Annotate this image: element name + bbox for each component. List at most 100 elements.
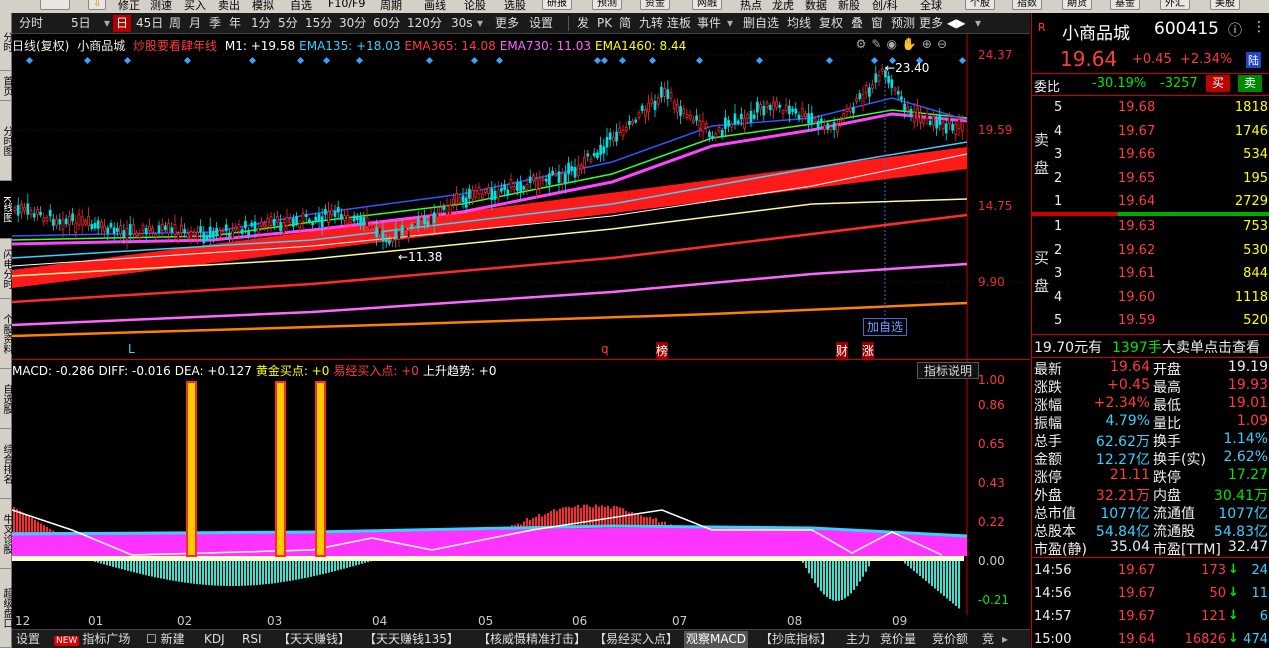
order-book-row[interactable]: 2 19.62 530 — [1032, 241, 1269, 263]
period-45day[interactable]: 45日 — [133, 15, 166, 32]
add-watchlist-button[interactable]: 加自选 — [863, 318, 908, 336]
event-marker[interactable]: 财 — [836, 342, 849, 359]
period-timeshare[interactable]: 分时 — [16, 15, 46, 32]
order-book-row[interactable]: 3 19.66 534 — [1032, 145, 1269, 167]
menu-item-ipo[interactable]: 新股 — [838, 0, 860, 13]
zoom-out-icon[interactable]: ⊖ — [937, 37, 952, 51]
eye-icon[interactable]: ◉ — [886, 37, 901, 51]
dropdown-caret-icon[interactable]: ▾ — [474, 15, 486, 32]
event-marker[interactable]: L — [128, 342, 135, 356]
left-tab-kline[interactable]: K线图 — [0, 181, 12, 239]
tab-rsi[interactable]: RSI — [240, 631, 264, 648]
more-icon[interactable]: ⋮ — [1252, 19, 1266, 35]
order-book-row[interactable]: 4 19.67 1746 — [1032, 122, 1269, 144]
order-book-row[interactable]: 5 19.59 520 — [1032, 311, 1269, 333]
event-marker[interactable]: 涨 — [862, 342, 875, 359]
tool-window[interactable]: 窗 — [868, 15, 886, 32]
menu-item-chinext[interactable]: 创/科 — [872, 0, 898, 13]
left-tab-flash[interactable]: 闪电分时 — [0, 239, 12, 299]
menu-btn-futures[interactable]: 期货 — [1062, 0, 1092, 10]
menu-item-screener[interactable]: 选股 — [504, 0, 526, 13]
tool-remove-watch[interactable]: 删自选 — [740, 15, 782, 32]
tool-ma[interactable]: 均线 — [784, 15, 814, 32]
period-week[interactable]: 周 — [166, 15, 184, 32]
order-book-row[interactable]: 4 19.60 1118 — [1032, 288, 1269, 310]
tool-more[interactable]: 更多 — [916, 15, 946, 32]
menu-btn-funds[interactable]: 资金 — [640, 0, 670, 10]
menu-item-draw[interactable]: 画线 — [424, 0, 446, 13]
left-tab-superboard[interactable]: 超级盘口 — [0, 569, 12, 648]
menu-btn-stock[interactable]: 个股 — [965, 0, 995, 10]
menu-item-simulate[interactable]: 模拟 — [252, 0, 274, 13]
menu-item-buy[interactable]: 买入 — [184, 0, 206, 13]
period-60min[interactable]: 60分 — [370, 15, 403, 32]
bottom-settings-button[interactable]: 设置 — [14, 631, 42, 648]
menu-item-f10[interactable]: F10/F9 — [328, 0, 365, 10]
tool-adjust[interactable]: 复权 — [816, 15, 846, 32]
period-15min[interactable]: 15分 — [302, 15, 335, 32]
zoom-in-icon[interactable]: ⊕ — [922, 37, 937, 51]
tool-nine[interactable]: 九转 — [636, 15, 666, 32]
tab-kdj[interactable]: KDJ — [202, 631, 227, 648]
buy-button[interactable]: 买 — [1206, 75, 1230, 92]
menu-item-global[interactable]: 全球 — [920, 0, 942, 13]
period-1min[interactable]: 1分 — [248, 15, 274, 32]
tab-main-force[interactable]: 主力 — [844, 631, 872, 648]
tab-daily-earn-135[interactable]: 【天天赚钱135】 — [362, 631, 461, 648]
left-tab-timeshare[interactable]: 分时 — [0, 13, 12, 71]
menu-btn-forecast[interactable]: 预测 — [592, 0, 622, 10]
menu-item-discuss[interactable]: 论股 — [464, 0, 486, 13]
period-day[interactable]: 日 — [113, 15, 132, 32]
hand-icon[interactable]: ✋ — [902, 37, 922, 51]
menu-btn-forex[interactable]: 外汇 — [1160, 0, 1190, 10]
big-order-link[interactable]: 大卖单点击查看 — [1162, 337, 1260, 357]
order-book-row[interactable]: 5 19.68 1818 — [1032, 98, 1269, 120]
left-tab-ranking[interactable]: 综合排名 — [0, 429, 12, 499]
tool-simple[interactable]: 简 — [616, 15, 634, 32]
macd-panel[interactable]: MACD: -0.286 DIFF: -0.016 DEA: +0.127 黄金买点:… — [12, 359, 1030, 615]
sell-button[interactable]: 卖 — [1238, 75, 1262, 92]
menu-btn-fund[interactable]: 基金 — [1110, 0, 1140, 10]
tool-publish[interactable]: 发 — [574, 15, 592, 32]
order-book-row[interactable]: 1 19.64 2729 — [1032, 192, 1269, 214]
tab-bottom-fishing[interactable]: 【抄底指标】 — [758, 631, 834, 648]
period-more[interactable]: 更多 — [492, 15, 522, 32]
tool-events[interactable]: 事件 — [694, 15, 724, 32]
menu-item-hot[interactable]: 热点 — [740, 0, 762, 13]
event-marker[interactable]: q — [601, 342, 609, 356]
settings-icon[interactable]: ⚙ — [856, 37, 872, 51]
indicator-square-tab[interactable]: NEW 指标广场 — [52, 631, 132, 648]
tool-overlay[interactable]: 叠 — [848, 15, 866, 32]
collapse-panel-icon[interactable]: ◀▶ — [944, 15, 968, 32]
period-year[interactable]: 年 — [226, 15, 244, 32]
indicator-help-button[interactable]: 指标说明 — [917, 362, 980, 379]
menu-arrow-button[interactable]: ⇩ — [88, 0, 106, 10]
event-marker[interactable]: 榜 — [656, 342, 669, 359]
kline-chart-panel[interactable]: 日线(复权) 小商品城 炒股要看肆年线 M1: +19.58 EMA135: +1… — [12, 34, 1030, 359]
tabs-scroll-right-icon[interactable]: ▸ — [1000, 631, 1010, 648]
settings-button[interactable]: 设置 — [526, 15, 556, 32]
left-tab-profile[interactable]: 个股资料 — [0, 299, 12, 369]
left-tab-watchlist[interactable]: 自选股 — [0, 369, 12, 429]
macd-chart-canvas[interactable] — [12, 360, 1030, 615]
menu-btn-research[interactable]: 研报 — [542, 0, 572, 10]
menu-item-fix[interactable]: 修正 — [118, 0, 140, 13]
menu-item-sell[interactable]: 卖出 — [218, 0, 240, 13]
menu-btn-us[interactable]: 美股 — [1210, 0, 1240, 10]
tool-pk[interactable]: PK — [594, 15, 615, 32]
menu-item-speed[interactable]: 测速 — [150, 0, 172, 13]
pen-icon[interactable]: ✎ — [871, 37, 886, 51]
tab-nuclear-strike[interactable]: 【核威慑精准打击】 — [476, 631, 588, 648]
menu-item-watchlist[interactable]: 自选 — [290, 0, 312, 13]
dropdown-caret-icon[interactable]: ▾ — [724, 15, 736, 32]
tool-limitup[interactable]: 连板 — [664, 15, 694, 32]
period-quarter[interactable]: 季 — [206, 15, 224, 32]
period-30min[interactable]: 30分 — [336, 15, 369, 32]
left-tab-diagnose[interactable]: 牛叉诊股 — [0, 499, 12, 569]
info-icon[interactable]: ⓘ — [1228, 20, 1242, 40]
order-book-row[interactable]: 3 19.61 844 — [1032, 264, 1269, 286]
tab-auction-amount[interactable]: 竞价额 — [930, 631, 970, 648]
dropdown-caret-icon[interactable]: ▾ — [972, 15, 984, 32]
period-30s[interactable]: 30s — [448, 15, 476, 32]
tab-auction-more[interactable]: 竞 — [980, 631, 996, 648]
